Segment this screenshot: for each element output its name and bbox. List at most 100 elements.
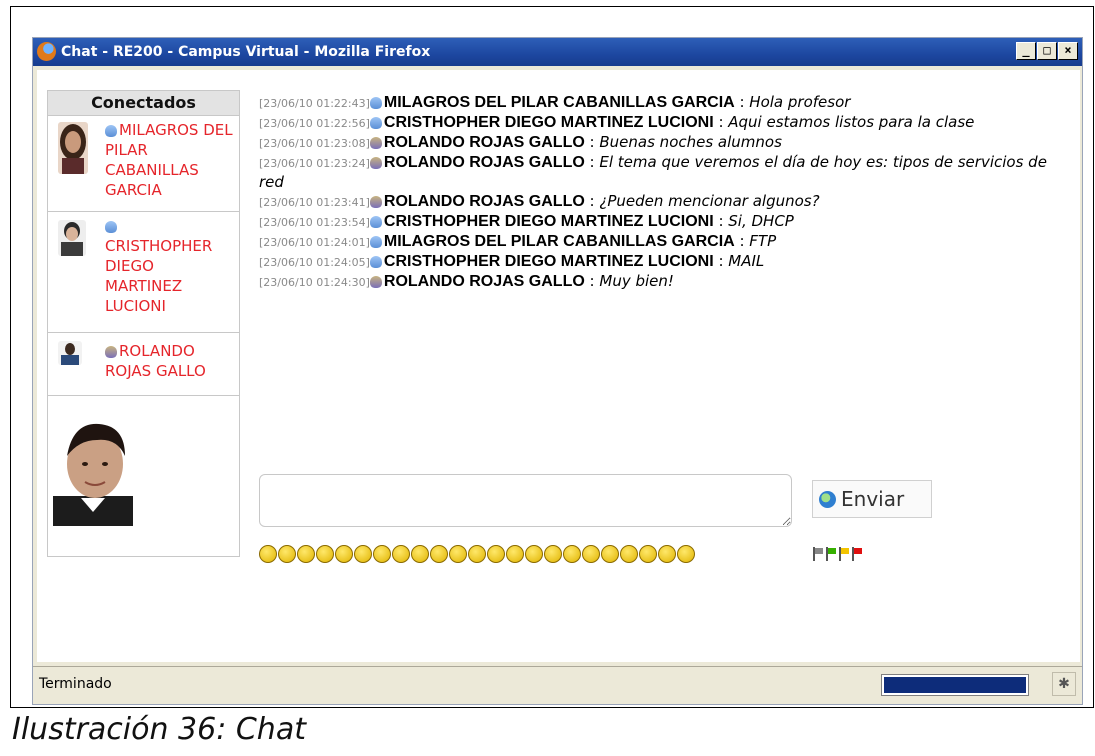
- smiley-icon[interactable]: [411, 545, 429, 563]
- user-icon: [369, 96, 382, 109]
- user-avatar-2: [58, 220, 86, 256]
- message-timestamp: [23/06/10 01:23:08]: [259, 137, 370, 150]
- chat-message: [23/06/10 01:24:30] ROLANDO ROJAS GALLO :…: [259, 272, 1074, 292]
- smiley-icon[interactable]: [335, 545, 353, 563]
- message-input[interactable]: [259, 474, 792, 527]
- message-text: MAIL: [728, 252, 765, 270]
- message-separator: :: [713, 252, 729, 270]
- smiley-icon[interactable]: [373, 545, 391, 563]
- emoticon-bar: [259, 545, 696, 563]
- smiley-icon[interactable]: [278, 545, 296, 563]
- user-icon: [369, 255, 382, 268]
- smiley-icon[interactable]: [316, 545, 334, 563]
- browser-window: Chat - RE200 - Campus Virtual - Mozilla …: [32, 37, 1083, 705]
- smiley-icon[interactable]: [582, 545, 600, 563]
- profile-photo: [53, 416, 133, 526]
- message-separator: :: [584, 272, 600, 290]
- smiley-icon[interactable]: [544, 545, 562, 563]
- teacher-icon: [105, 345, 117, 358]
- smiley-icon[interactable]: [620, 545, 638, 563]
- teacher-icon: [369, 156, 382, 169]
- message-timestamp: [23/06/10 01:22:56]: [259, 117, 370, 130]
- user-avatar-3: [58, 341, 82, 365]
- teacher-icon: [369, 275, 382, 288]
- user-name-1: MILAGROS DEL PILAR CABANILLAS GARCIA: [105, 121, 233, 199]
- user-icon: [369, 215, 382, 228]
- progress-fill: [884, 677, 1026, 693]
- user-name-3: ROLANDO ROJAS GALLO: [105, 342, 206, 380]
- smiley-icon[interactable]: [487, 545, 505, 563]
- message-author: MILAGROS DEL PILAR CABANILLAS GARCIA: [383, 233, 735, 250]
- message-timestamp: [23/06/10 01:24:05]: [259, 256, 370, 269]
- message-separator: :: [584, 153, 600, 171]
- connected-user: ROLANDO ROJAS GALLO: [48, 333, 239, 396]
- message-text: FTP: [749, 232, 777, 250]
- teacher-icon: [369, 195, 382, 208]
- smiley-icon[interactable]: [468, 545, 486, 563]
- smiley-icon[interactable]: [430, 545, 448, 563]
- message-log: [23/06/10 01:22:43] MILAGROS DEL PILAR CA…: [259, 93, 1074, 292]
- window-title: Chat - RE200 - Campus Virtual - Mozilla …: [61, 44, 431, 60]
- message-text: ¿Pueden mencionar algunos?: [599, 192, 820, 210]
- send-globe-icon: [819, 491, 836, 508]
- yellow-flag-icon[interactable]: [839, 547, 849, 561]
- window-controls: _ □ ×: [1015, 42, 1078, 62]
- smiley-icon[interactable]: [259, 545, 277, 563]
- smiley-icon[interactable]: [354, 545, 372, 563]
- chat-message: [23/06/10 01:23:41] ROLANDO ROJAS GALLO :…: [259, 192, 1074, 212]
- smiley-icon[interactable]: [658, 545, 676, 563]
- connected-user: MILAGROS DEL PILAR CABANILLAS GARCIA: [48, 116, 239, 212]
- connected-header: Conectados: [48, 91, 239, 116]
- user-name-link-1[interactable]: MILAGROS DEL PILAR CABANILLAS GARCIA: [105, 120, 235, 200]
- message-text: Si, DHCP: [728, 212, 794, 230]
- smiley-icon[interactable]: [506, 545, 524, 563]
- user-name-link-3[interactable]: ROLANDO ROJAS GALLO: [105, 341, 235, 381]
- bug-icon[interactable]: ✱: [1052, 672, 1076, 696]
- chat-message: [23/06/10 01:24:05] CRISTHOPHER DIEGO MAR…: [259, 252, 1074, 272]
- connected-users-panel: Conectados MILAGROS DEL PILAR CABANILLAS…: [47, 90, 240, 557]
- message-separator: :: [713, 113, 729, 131]
- user-name-2: CRISTHOPHER DIEGO MARTINEZ LUCIONI: [105, 237, 213, 315]
- minimize-button[interactable]: _: [1016, 42, 1036, 60]
- teacher-icon: [369, 136, 382, 149]
- gray-flag-icon[interactable]: [813, 547, 823, 561]
- smiley-icon[interactable]: [601, 545, 619, 563]
- chat-message: [23/06/10 01:23:54] CRISTHOPHER DIEGO MAR…: [259, 212, 1074, 232]
- user-icon: [369, 116, 382, 129]
- connected-user: CRISTHOPHER DIEGO MARTINEZ LUCIONI: [48, 212, 239, 333]
- chat-message: [23/06/10 01:22:56] CRISTHOPHER DIEGO MAR…: [259, 113, 1074, 133]
- message-author: CRISTHOPHER DIEGO MARTINEZ LUCIONI: [383, 213, 714, 230]
- message-text: Aqui estamos listos para la clase: [728, 113, 975, 131]
- smiley-icon[interactable]: [639, 545, 657, 563]
- smiley-icon[interactable]: [449, 545, 467, 563]
- status-bar: Terminado ✱: [33, 666, 1082, 703]
- message-timestamp: [23/06/10 01:23:54]: [259, 216, 370, 229]
- send-button[interactable]: Enviar: [812, 480, 932, 518]
- red-flag-icon[interactable]: [852, 547, 862, 561]
- smiley-icon[interactable]: [392, 545, 410, 563]
- message-timestamp: [23/06/10 01:22:43]: [259, 97, 370, 110]
- close-button[interactable]: ×: [1058, 42, 1078, 60]
- maximize-button[interactable]: □: [1037, 42, 1057, 60]
- user-avatar-1: [58, 122, 88, 174]
- message-separator: :: [584, 192, 600, 210]
- smiley-icon[interactable]: [297, 545, 315, 563]
- progress-bar: [881, 674, 1029, 696]
- chat-message: [23/06/10 01:23:24] ROLANDO ROJAS GALLO :…: [259, 153, 1074, 192]
- message-timestamp: [23/06/10 01:24:01]: [259, 236, 370, 249]
- message-author: CRISTHOPHER DIEGO MARTINEZ LUCIONI: [383, 114, 714, 131]
- message-separator: :: [734, 232, 750, 250]
- green-flag-icon[interactable]: [826, 547, 836, 561]
- user-name-link-2[interactable]: CRISTHOPHER DIEGO MARTINEZ LUCIONI: [105, 216, 235, 316]
- message-text: Hola profesor: [749, 93, 851, 111]
- smiley-icon[interactable]: [563, 545, 581, 563]
- user-icon: [105, 124, 117, 137]
- message-timestamp: [23/06/10 01:23:24]: [259, 157, 370, 170]
- title-bar: Chat - RE200 - Campus Virtual - Mozilla …: [33, 38, 1082, 66]
- status-text: Terminado: [39, 676, 112, 692]
- smiley-icon[interactable]: [677, 545, 695, 563]
- send-label: Enviar: [841, 487, 905, 511]
- message-separator: :: [713, 212, 729, 230]
- smiley-icon[interactable]: [525, 545, 543, 563]
- message-author: ROLANDO ROJAS GALLO: [383, 154, 585, 171]
